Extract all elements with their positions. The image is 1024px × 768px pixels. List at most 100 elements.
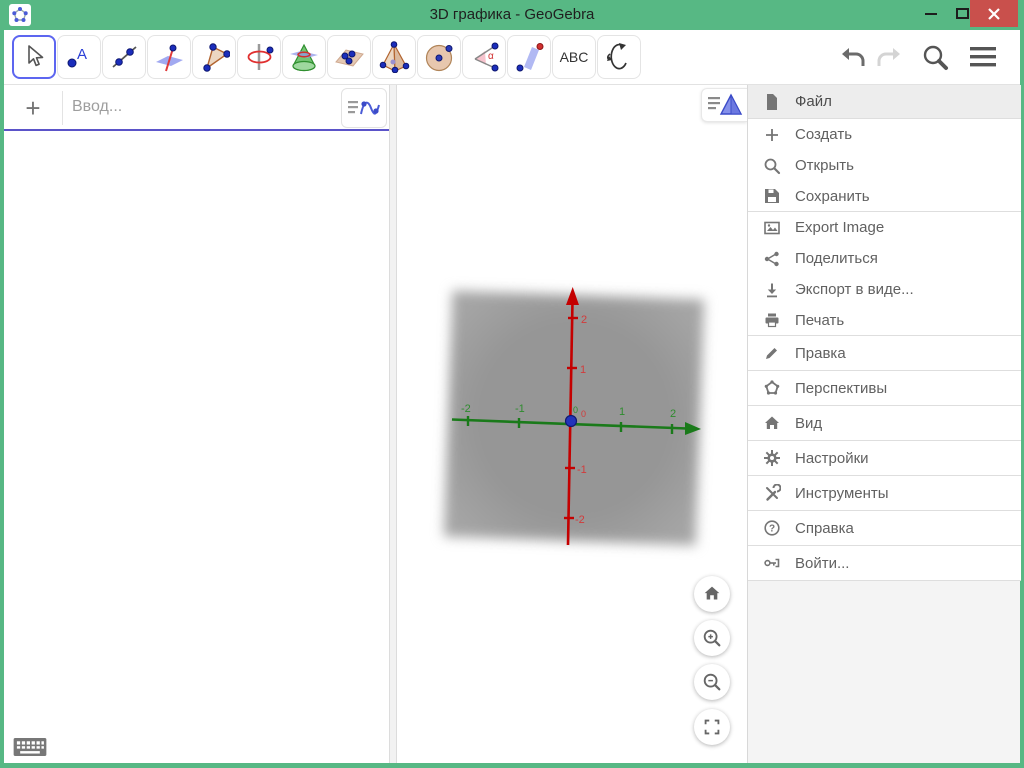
tool-rotate-view-button[interactable] [597, 35, 641, 79]
close-button[interactable] [970, 0, 1018, 27]
menu-items: Файл Создать Открыть Сохранить [748, 85, 1021, 581]
pencil-icon [761, 344, 783, 362]
plane-icon [333, 41, 365, 73]
zoom-in-icon [701, 627, 723, 649]
perspectives-icon [761, 379, 783, 397]
home-view-button[interactable] [694, 576, 730, 612]
undo-icon [839, 45, 867, 69]
svg-text:1: 1 [580, 364, 586, 376]
input-separator [62, 91, 63, 125]
sign-in-key-icon [761, 554, 783, 572]
angle-icon: α [468, 41, 500, 73]
tool-plane-through-points-button[interactable] [327, 35, 371, 79]
menu-item-view[interactable]: Вид [748, 406, 1021, 441]
menu-item-export-image[interactable]: Export Image [748, 212, 1021, 243]
fullscreen-icon [701, 716, 723, 738]
window-body: A [4, 30, 1020, 763]
rotate-3d-icon [603, 41, 635, 73]
svg-text:0: 0 [581, 409, 586, 419]
menu-item-share[interactable]: Поделиться [748, 243, 1021, 274]
add-input-button[interactable]: + [14, 89, 52, 127]
svg-text:-1: -1 [577, 464, 587, 476]
home-icon [701, 583, 723, 605]
svg-text:A: A [77, 46, 87, 63]
tool-text-button[interactable]: ABC [552, 35, 596, 79]
menu-item-file[interactable]: Файл [748, 85, 1021, 119]
algebra-style-button[interactable] [341, 88, 387, 128]
menu-item-sign-in[interactable]: Войти... [748, 546, 1021, 581]
menu-item-new[interactable]: Создать [748, 119, 1021, 150]
svg-text:1: 1 [619, 406, 625, 418]
tool-intersect-surfaces-button[interactable] [282, 35, 326, 79]
menu-item-export-as[interactable]: Экспорт в виде... [748, 274, 1021, 305]
abc-text-icon: ABC [560, 49, 589, 65]
graphics-3d-view[interactable]: -2 -1 1 2 2 1 -1 -2 0 0 [397, 85, 747, 763]
tool-polygon-button[interactable] [192, 35, 236, 79]
polygon-icon [198, 41, 230, 73]
save-icon [761, 187, 783, 205]
input-row: + [4, 85, 389, 131]
tool-point-button[interactable]: A [57, 35, 101, 79]
share-icon [761, 250, 783, 268]
svg-text:-2: -2 [461, 403, 471, 415]
tool-sphere-button[interactable] [417, 35, 461, 79]
hamburger-icon [968, 44, 998, 70]
origin-point[interactable] [566, 416, 577, 427]
virtual-keyboard-button[interactable] [10, 732, 50, 762]
tools-icon [761, 484, 783, 502]
menu-item-print[interactable]: Печать [748, 305, 1021, 336]
redo-button[interactable] [873, 42, 905, 72]
menu-item-edit[interactable]: Правка [748, 336, 1021, 371]
search-button[interactable] [917, 40, 953, 74]
titlebar: 3D графика - GeoGebra [0, 0, 1024, 30]
undo-button[interactable] [837, 42, 869, 72]
maximize-icon [956, 8, 969, 19]
panel-divider[interactable] [389, 85, 397, 763]
plus-icon [761, 126, 783, 144]
tool-reflect-plane-button[interactable] [507, 35, 551, 79]
open-search-icon [761, 157, 783, 175]
svg-text:2: 2 [581, 314, 587, 326]
intersect-surfaces-icon [288, 41, 320, 73]
toolbar: A [4, 30, 1020, 85]
tool-pyramid-button[interactable] [372, 35, 416, 79]
tool-perpendicular-line-button[interactable] [147, 35, 191, 79]
zoom-out-icon [701, 671, 723, 693]
line-icon [108, 41, 140, 73]
fullscreen-button[interactable] [694, 709, 730, 745]
cursor-icon [18, 41, 50, 73]
menu-item-save[interactable]: Сохранить [748, 181, 1021, 212]
menu-item-open[interactable]: Открыть [748, 150, 1021, 181]
algebra-input[interactable] [72, 91, 332, 123]
svg-text:-1: -1 [515, 403, 525, 415]
svg-text:-2: -2 [575, 514, 585, 526]
menu-item-tools[interactable]: Инструменты [748, 476, 1021, 511]
circle-axis-icon [243, 41, 275, 73]
minimize-icon [925, 13, 937, 15]
stylebar-toggle-button[interactable] [701, 88, 747, 122]
close-icon [988, 8, 1000, 20]
keyboard-icon [12, 734, 48, 760]
printer-icon [761, 311, 783, 329]
point-icon: A [63, 41, 95, 73]
svg-text:?: ? [769, 524, 775, 535]
main-menu-button[interactable] [963, 40, 1003, 74]
menu-item-settings[interactable]: Настройки [748, 441, 1021, 476]
menu-item-help[interactable]: ? Справка [748, 511, 1021, 546]
zoom-in-button[interactable] [694, 620, 730, 656]
pyramid-icon [378, 41, 410, 73]
gear-icon [761, 449, 783, 467]
redo-icon [875, 45, 903, 69]
tool-circle-axis-button[interactable] [237, 35, 281, 79]
tool-line-button[interactable] [102, 35, 146, 79]
axes-3d: -2 -1 1 2 2 1 -1 -2 0 0 [397, 85, 747, 763]
file-icon [761, 93, 783, 111]
algebra-view-icon [345, 95, 383, 121]
tool-move-button[interactable] [12, 35, 56, 79]
zoom-out-button[interactable] [694, 664, 730, 700]
algebra-panel: + [4, 85, 389, 763]
tool-angle-button[interactable]: α [462, 35, 506, 79]
svg-text:0: 0 [573, 405, 578, 415]
stylebar-3d-icon [706, 92, 744, 118]
menu-item-perspectives[interactable]: Перспективы [748, 371, 1021, 406]
